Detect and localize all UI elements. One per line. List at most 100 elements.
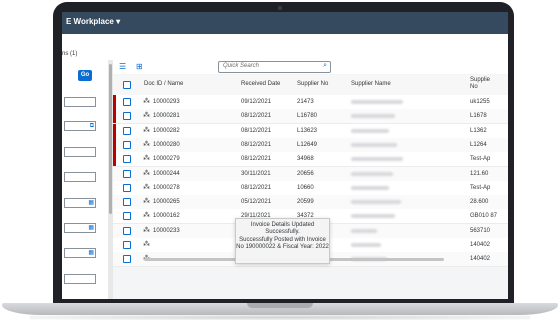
received-date-cell: 05/12/2021 [241, 199, 272, 206]
supplier-no-cell: 20599 [297, 199, 314, 206]
supplier-no-2-cell: Test-Ap [470, 156, 491, 163]
document-icon: ⁂ [143, 98, 150, 105]
row-checkbox[interactable] [123, 226, 131, 235]
date-field-1[interactable]: ▦ [64, 198, 96, 208]
row-checkbox[interactable] [123, 140, 131, 149]
received-date-cell: 09/12/2021 [241, 99, 272, 105]
table-row[interactable]: ⁂ 10000280 08/12/2021 L12649 L1264 [113, 137, 508, 153]
calendar-icon[interactable]: ▦ [88, 199, 94, 207]
row-checkbox[interactable] [123, 198, 131, 207]
quick-search-input[interactable]: Quick Search ⌕ [218, 61, 331, 73]
document-icon: ⁂ [143, 140, 150, 148]
quick-search-placeholder: Quick Search [223, 63, 260, 69]
col-supplier-no-2-line1: Supplie [470, 77, 491, 83]
table-row[interactable]: ⁂ 10000282 08/12/2021 L13623 L1362 [113, 123, 508, 139]
go-button[interactable]: Go [78, 70, 92, 81]
doc-id-cell[interactable]: 10000278 [153, 185, 180, 191]
doc-id-cell[interactable]: 10000279 [153, 156, 180, 162]
supplier-no-cell: L12649 [297, 141, 318, 148]
table-row[interactable]: ⁂ 10000265 05/12/2021 20599 28.600 [113, 195, 508, 211]
col-supplier-no-2[interactable]: Supplie No [470, 77, 490, 91]
calendar-icon[interactable]: ▦ [88, 249, 94, 257]
supplier-name-redacted [351, 157, 403, 162]
row-checkbox[interactable] [123, 98, 131, 106]
table-row[interactable]: ⁂ 10000279 08/12/2021 34968 Test-Ap [113, 152, 508, 168]
col-supplier-name[interactable]: Supplier Name [351, 81, 391, 88]
table-row[interactable]: ⁂ 10000244 30/11/2021 20656 121.60 [113, 166, 508, 182]
date-field-2[interactable]: ▦ [64, 223, 96, 233]
laptop-shadow [30, 315, 530, 320]
supplier-no-2-cell: GB010 87 [470, 213, 498, 220]
col-supplier-no[interactable]: Supplier No [297, 81, 328, 88]
page-header: ns (1) [62, 34, 508, 61]
row-checkbox[interactable] [123, 255, 131, 264]
supplier-no-2-cell: 140402 [470, 256, 491, 263]
doc-id-cell[interactable]: 10000162 [153, 213, 180, 219]
row-checkbox[interactable] [123, 183, 131, 192]
supplier-no-cell: 20656 [297, 170, 314, 177]
table-row[interactable]: ⁂ 10000278 08/12/2021 10660 Test-Ap [113, 180, 508, 196]
table-header: Doc ID / Name Received Date Supplier No … [113, 75, 508, 96]
filter-field-2[interactable]: ⧉ [64, 121, 96, 131]
supplier-name-redacted [351, 171, 393, 176]
doc-id-cell[interactable]: 10000233 [153, 228, 180, 234]
filter-field-4[interactable] [64, 172, 96, 182]
row-highlight-marker [113, 95, 116, 109]
document-icon: ⁂ [143, 126, 150, 134]
app-title[interactable]: E Workplace ▾ [66, 17, 120, 26]
doc-id-cell[interactable]: 10000282 [153, 128, 180, 134]
hierarchy-icon[interactable]: ⊞ [136, 62, 143, 72]
supplier-name-redacted [351, 100, 403, 104]
supplier-no-2-cell: 121.60 [470, 170, 489, 177]
filter-field-1[interactable] [64, 97, 96, 107]
filter-field-5[interactable] [64, 274, 96, 284]
supplier-name-redacted [351, 114, 395, 119]
doc-id-cell[interactable]: 10000280 [153, 142, 180, 148]
supplier-no-2-cell: Test-Ap [470, 184, 491, 191]
supplier-no-cell: 10660 [297, 184, 314, 191]
supplier-no-2-cell: 140402 [470, 242, 491, 248]
filter-field-3[interactable] [64, 147, 96, 157]
doc-id-cell[interactable]: 10000244 [153, 171, 180, 177]
app-screen: E Workplace ▾ ns (1) Go ⧉ ▦ ▦ ▦ ☰ ⊞ Quic… [62, 12, 508, 299]
supplier-name-redacted [351, 142, 397, 147]
table-row[interactable]: ⁂ 10000281 08/12/2021 L16780 L1678 [113, 109, 508, 125]
doc-id-cell[interactable]: 10000281 [153, 113, 180, 119]
document-icon: ⁂ [143, 226, 150, 234]
table-row[interactable]: ⁂ 10000293 09/12/2021 21473 uk1255 [113, 95, 508, 110]
select-all-checkbox[interactable] [123, 81, 131, 89]
col-doc-id[interactable]: Doc ID / Name [144, 81, 183, 88]
page-subtitle: ns (1) [62, 51, 78, 57]
date-field-3[interactable]: ▦ [64, 248, 96, 258]
document-icon: ⁂ [143, 169, 150, 177]
row-checkbox[interactable] [123, 112, 131, 121]
document-icon: ⁂ [143, 155, 150, 163]
supplier-no-cell: 21473 [297, 99, 314, 105]
supplier-no-2-cell: L1678 [470, 113, 487, 120]
row-checkbox[interactable] [123, 126, 131, 135]
shell-bar: E Workplace ▾ [62, 12, 508, 34]
doc-id-cell[interactable]: 10000265 [153, 199, 180, 205]
received-date-cell: 08/12/2021 [241, 184, 272, 191]
supplier-name-redacted [351, 243, 381, 247]
row-checkbox[interactable] [123, 241, 131, 249]
calendar-icon[interactable]: ▦ [88, 224, 94, 232]
col-received-date[interactable]: Received Date [241, 81, 280, 88]
row-checkbox[interactable] [123, 212, 131, 221]
col-supplier-no-2-line2: No [470, 84, 478, 90]
search-icon[interactable]: ⌕ [323, 62, 327, 70]
row-checkbox[interactable] [123, 155, 131, 164]
list-icon[interactable]: ☰ [119, 62, 126, 72]
webcam [278, 6, 282, 10]
supplier-no-cell: 34968 [297, 156, 314, 163]
table-toolbar: ☰ ⊞ Quick Search ⌕ [113, 60, 508, 74]
document-icon: ⁂ [143, 241, 150, 248]
doc-id-cell[interactable]: 10000293 [153, 99, 180, 105]
laptop-notch [247, 303, 313, 308]
app-title-text: E Workplace [66, 17, 114, 26]
supplier-no-2-cell: 563710 [470, 227, 491, 234]
filter-scrollbar-thumb[interactable] [109, 64, 112, 214]
value-help-icon[interactable]: ⧉ [90, 122, 94, 130]
row-checkbox[interactable] [123, 169, 131, 178]
supplier-no-cell: L16780 [297, 113, 318, 120]
